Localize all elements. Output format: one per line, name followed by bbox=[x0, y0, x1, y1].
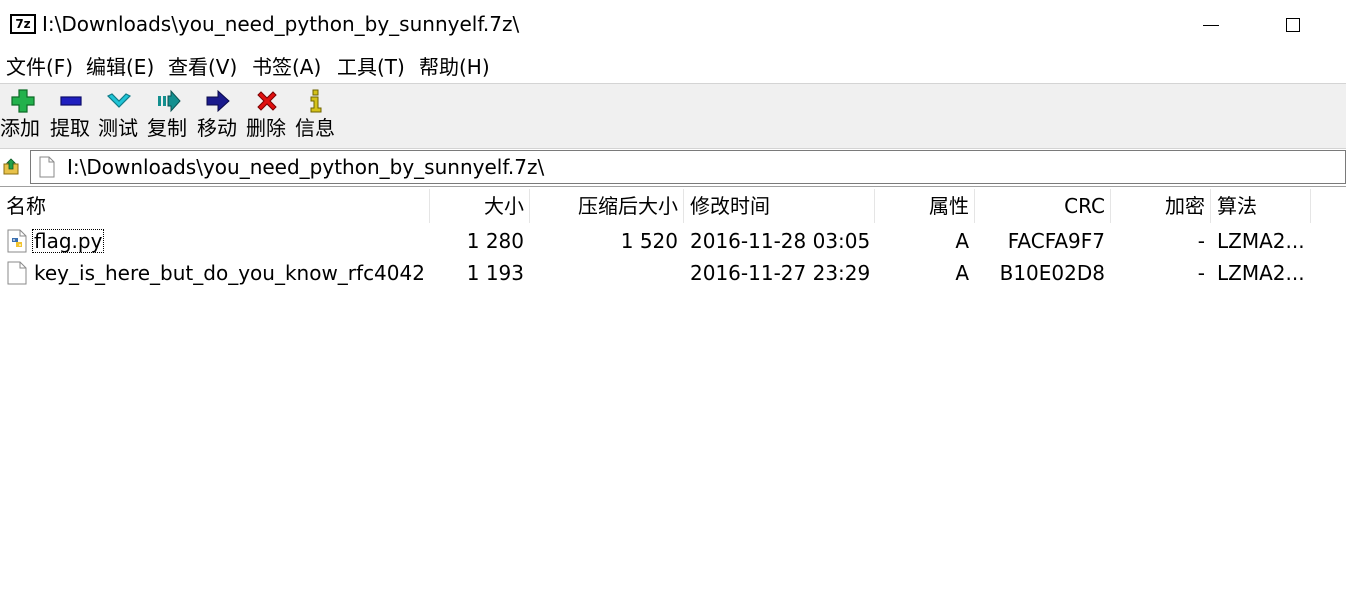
menu-help[interactable]: 帮助(H) bbox=[419, 54, 490, 80]
extract-button[interactable]: 提取 bbox=[50, 84, 96, 146]
test-label: 测试 bbox=[98, 116, 138, 140]
python-file-icon bbox=[7, 229, 27, 253]
column-method[interactable]: 算法 bbox=[1217, 187, 1309, 224]
copy-label: 复制 bbox=[147, 116, 187, 140]
column-size[interactable]: 大小 bbox=[430, 187, 524, 224]
app-7z-icon: 7z bbox=[10, 14, 36, 34]
file-name: flag.py bbox=[32, 229, 105, 253]
column-packed-size[interactable]: 压缩后大小 bbox=[530, 187, 678, 224]
archive-file-icon bbox=[39, 156, 55, 178]
add-label: 添加 bbox=[0, 116, 40, 140]
column-divider[interactable] bbox=[1310, 189, 1311, 223]
file-size: 1 280 bbox=[466, 229, 524, 253]
file-modified: 2016-11-27 23:29 bbox=[690, 261, 871, 285]
move-button[interactable]: 移动 bbox=[197, 84, 243, 146]
info-icon bbox=[310, 89, 322, 113]
column-attributes[interactable]: 属性 bbox=[875, 187, 969, 224]
column-modified[interactable]: 修改时间 bbox=[690, 187, 874, 224]
column-divider[interactable] bbox=[1210, 189, 1211, 223]
delete-label: 删除 bbox=[246, 116, 286, 140]
file-attributes: A bbox=[955, 229, 969, 253]
address-bar: I:\Downloads\you_need_python_by_sunnyelf… bbox=[0, 149, 1346, 187]
move-arrow-icon bbox=[206, 89, 230, 113]
move-label: 移动 bbox=[197, 116, 237, 140]
maximize-icon bbox=[1286, 18, 1300, 32]
column-crc[interactable]: CRC bbox=[975, 187, 1105, 224]
file-crc: B10E02D8 bbox=[999, 261, 1105, 285]
file-method: LZMA2... bbox=[1217, 261, 1305, 285]
toolbar: 添加 提取 测试 复制 移动 删除 信息 bbox=[0, 84, 1346, 149]
file-packed-size bbox=[530, 257, 678, 289]
copy-arrow-icon bbox=[158, 89, 181, 113]
file-modified: 2016-11-28 03:05 bbox=[690, 229, 871, 253]
check-icon bbox=[106, 93, 132, 108]
maximize-button[interactable] bbox=[1270, 10, 1316, 40]
file-packed-size: 1 520 bbox=[620, 229, 678, 253]
extract-label: 提取 bbox=[50, 116, 90, 140]
address-path: I:\Downloads\you_need_python_by_sunnyelf… bbox=[67, 155, 545, 179]
menu-bar: 文件(F) 编辑(E) 查看(V) 书签(A) 工具(T) 帮助(H) bbox=[0, 50, 1346, 84]
add-button[interactable]: 添加 bbox=[0, 84, 46, 146]
file-crc: FACFA9F7 bbox=[1007, 229, 1105, 253]
blank-file-icon bbox=[7, 261, 27, 285]
minimize-icon bbox=[1203, 24, 1219, 26]
file-size: 1 193 bbox=[466, 261, 524, 285]
menu-tools[interactable]: 工具(T) bbox=[337, 54, 405, 80]
file-row[interactable]: key_is_here_but_do_you_know_rfc4042 1 19… bbox=[0, 257, 1346, 289]
column-encrypted[interactable]: 加密 bbox=[1111, 187, 1205, 224]
copy-button[interactable]: 复制 bbox=[147, 84, 193, 146]
test-button[interactable]: 测试 bbox=[98, 84, 144, 146]
file-attributes: A bbox=[955, 261, 969, 285]
menu-view[interactable]: 查看(V) bbox=[168, 54, 237, 80]
address-input[interactable]: I:\Downloads\you_need_python_by_sunnyelf… bbox=[30, 150, 1346, 184]
up-folder-icon[interactable] bbox=[3, 158, 21, 176]
menu-bookmarks[interactable]: 书签(A) bbox=[252, 54, 321, 80]
column-name[interactable]: 名称 bbox=[6, 187, 426, 224]
plus-icon bbox=[11, 89, 35, 113]
file-method: LZMA2... bbox=[1217, 229, 1305, 253]
column-divider[interactable] bbox=[683, 189, 684, 223]
minus-icon bbox=[60, 96, 82, 106]
title-bar: 7z I:\Downloads\you_need_python_by_sunny… bbox=[0, 0, 1346, 50]
file-name: key_is_here_but_do_you_know_rfc4042 bbox=[34, 261, 425, 285]
info-button[interactable]: 信息 bbox=[295, 84, 341, 146]
menu-file[interactable]: 文件(F) bbox=[6, 54, 73, 80]
window-title: I:\Downloads\you_need_python_by_sunnyelf… bbox=[42, 12, 520, 36]
file-list-header: 名称 大小 压缩后大小 修改时间 属性 CRC 加密 算法 bbox=[0, 187, 1346, 224]
info-label: 信息 bbox=[295, 116, 335, 140]
file-encrypted: - bbox=[1197, 229, 1205, 253]
menu-edit[interactable]: 编辑(E) bbox=[86, 54, 154, 80]
file-name-cell: flag.py bbox=[32, 225, 430, 257]
minimize-button[interactable] bbox=[1188, 10, 1234, 40]
file-row[interactable]: flag.py 1 280 1 520 2016-11-28 03:05 A F… bbox=[0, 225, 1346, 257]
delete-button[interactable]: 删除 bbox=[246, 84, 292, 146]
file-encrypted: - bbox=[1197, 261, 1205, 285]
delete-x-icon bbox=[257, 91, 277, 111]
